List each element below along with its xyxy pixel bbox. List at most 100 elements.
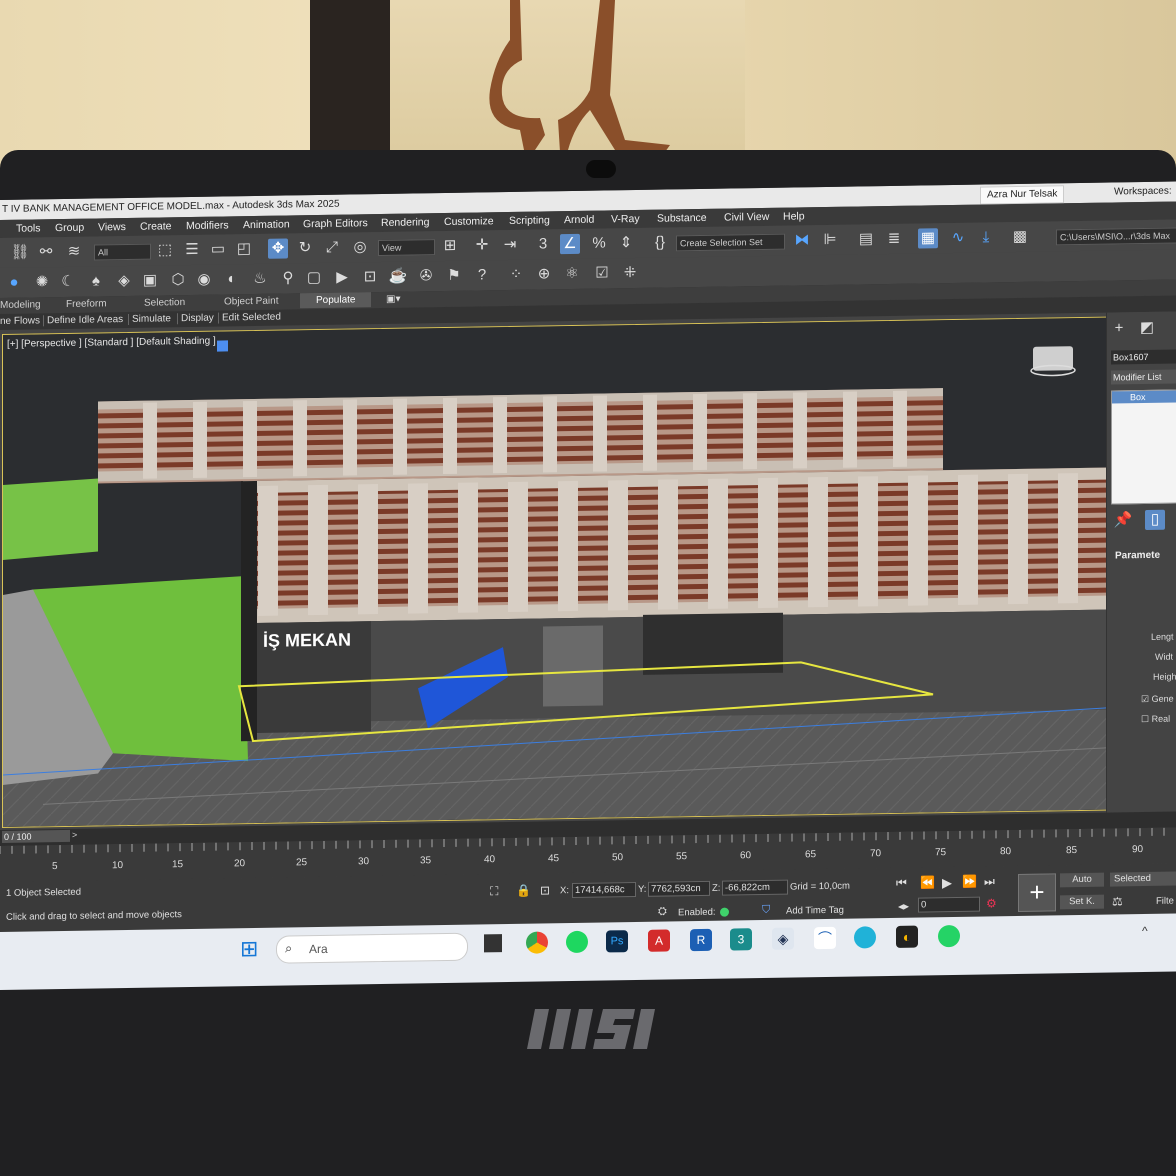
play-icon[interactable]: ▶ xyxy=(942,875,952,891)
rect-selection-icon[interactable]: ▭ xyxy=(208,239,228,259)
grid-dots-icon[interactable]: ⁘ xyxy=(506,265,526,285)
unlink-icon[interactable]: ⚯ xyxy=(36,242,56,262)
select-move-icon[interactable]: ✥ xyxy=(268,238,288,259)
help-icon[interactable]: ? xyxy=(472,265,492,285)
y-coordinate-field[interactable]: 7762,593cn xyxy=(648,880,710,897)
ribbon-toggle-icon[interactable]: ▦ xyxy=(918,228,938,249)
render-active-icon[interactable]: ◐ xyxy=(222,269,242,289)
next-key-icon[interactable]: ⏩ xyxy=(962,875,977,889)
chrome-icon[interactable] xyxy=(526,931,548,954)
menu-scripting[interactable]: Scripting xyxy=(509,214,550,227)
menu-group[interactable]: Group xyxy=(55,222,84,234)
task-view-icon[interactable] xyxy=(484,934,502,953)
bind-space-warp-icon[interactable]: ≋ xyxy=(64,242,84,262)
app-icon[interactable]: ⌒ xyxy=(814,926,836,950)
menu-substance[interactable]: Substance xyxy=(657,212,707,225)
ipr-icon[interactable]: ▶ xyxy=(332,267,352,287)
selection-filter-dropdown[interactable]: All xyxy=(94,243,151,261)
keyboard-shortcut-icon[interactable]: ⇥ xyxy=(500,235,520,255)
key-filters-button[interactable]: Filte xyxy=(1156,896,1174,907)
show-end-result-icon[interactable]: ▯ xyxy=(1145,509,1165,531)
menu-customize[interactable]: Customize xyxy=(444,215,494,228)
light-icon[interactable]: ● xyxy=(4,273,24,293)
select-by-name-icon[interactable]: ☰ xyxy=(182,240,202,260)
manipulate-icon[interactable]: ✛ xyxy=(472,235,492,255)
set-key-big-icon[interactable]: + xyxy=(1018,873,1056,913)
app-icon[interactable]: ◐ xyxy=(896,925,918,948)
percent-snap-icon[interactable]: % xyxy=(589,233,609,253)
menu-civil-view[interactable]: Civil View xyxy=(724,211,769,224)
modifier-stack-item[interactable]: Box xyxy=(1112,390,1176,404)
tab-modeling[interactable]: Modeling xyxy=(0,299,41,311)
chevron-up-icon[interactable]: ^ xyxy=(1142,924,1148,938)
real-world-checkbox[interactable]: ☐ Real xyxy=(1141,714,1170,725)
user-account-button[interactable]: Azra Nur Telsak xyxy=(980,185,1065,205)
absolute-mode-icon[interactable]: ⊡ xyxy=(540,883,550,897)
modify-tab-icon[interactable]: ◩ xyxy=(1137,318,1157,338)
parameters-rollout[interactable]: Paramete xyxy=(1115,550,1160,562)
object-name-field[interactable]: Box1607 xyxy=(1111,349,1176,365)
molecule-icon[interactable]: ⚛ xyxy=(562,264,582,284)
create-tab-icon[interactable]: + xyxy=(1109,318,1129,338)
photoshop-icon[interactable]: Ps xyxy=(606,930,628,953)
spinner-snap-icon[interactable]: ⇕ xyxy=(616,233,636,253)
distribute-icon[interactable]: ⁜ xyxy=(620,263,640,283)
vray-tag-icon[interactable]: ⚑ xyxy=(444,266,464,286)
mirror-icon[interactable]: ⧓ xyxy=(792,230,812,250)
pivot-center-icon[interactable]: ⊞ xyxy=(440,236,460,256)
tab-populate[interactable]: Populate xyxy=(300,292,372,309)
reference-coordinate-dropdown[interactable]: View xyxy=(378,239,435,257)
tree-icon[interactable]: ♠ xyxy=(86,271,106,291)
windows-start-icon[interactable]: ⊞ xyxy=(240,936,258,962)
tab-freeform[interactable]: Freeform xyxy=(66,298,107,310)
select-place-icon[interactable]: ◎ xyxy=(350,237,370,257)
select-scale-icon[interactable]: ⤢ xyxy=(322,238,342,258)
menu-create[interactable]: Create xyxy=(140,220,172,232)
project-path-field[interactable]: C:\Users\MSI\O...r\3ds Max xyxy=(1056,227,1176,246)
key-mode-icon[interactable]: ◂▸ xyxy=(898,900,909,913)
set-key-button[interactable]: Set K. xyxy=(1060,894,1104,910)
tab-selection[interactable]: Selection xyxy=(144,297,185,309)
edit-named-selection-icon[interactable]: {} xyxy=(650,232,670,252)
render-icon[interactable]: ⬡ xyxy=(168,270,188,290)
moon-icon[interactable]: ☾ xyxy=(58,272,78,292)
time-tag-icon[interactable]: ⛉ xyxy=(762,904,770,917)
menu-vray[interactable]: V-Ray xyxy=(611,213,640,225)
select-rotate-icon[interactable]: ↻ xyxy=(295,238,315,258)
z-coordinate-field[interactable]: -66,822cm xyxy=(722,879,788,896)
link-icon[interactable]: ⛓ xyxy=(10,243,30,263)
snaps-toggle-icon[interactable]: 3 xyxy=(533,234,553,254)
modifier-list-dropdown[interactable]: Modifier List xyxy=(1111,369,1176,385)
vray-teapot-icon[interactable]: ☕ xyxy=(388,267,408,287)
go-to-end-icon[interactable]: ⏭ xyxy=(984,874,995,889)
angle-snap-icon[interactable]: ∠ xyxy=(560,233,580,255)
adaptive-degradation-icon[interactable]: ⛭ xyxy=(658,906,667,919)
spotify-icon[interactable] xyxy=(566,930,588,954)
menu-rendering[interactable]: Rendering xyxy=(381,216,429,229)
menu-tools[interactable]: Tools xyxy=(16,222,41,234)
pin-stack-icon[interactable]: 📌 xyxy=(1113,510,1133,530)
generate-mapping-checkbox[interactable]: ☑ Gene xyxy=(1141,694,1174,706)
time-slider-handle[interactable]: 0 / 100 xyxy=(2,829,70,843)
isolate-selection-icon[interactable]: ⛶ xyxy=(490,884,498,899)
display-button[interactable]: Display xyxy=(177,312,217,325)
perspective-viewport[interactable]: [+] [Perspective ] [Standard ] [Default … xyxy=(2,316,1114,828)
curve-editor-icon[interactable]: ∿ xyxy=(948,228,968,248)
menu-help[interactable]: Help xyxy=(783,210,805,222)
menu-modifiers[interactable]: Modifiers xyxy=(186,219,229,232)
target-icon[interactable]: ⊕ xyxy=(534,264,554,284)
layer-explorer-icon[interactable]: ≣ xyxy=(884,229,904,249)
material-editor-icon[interactable]: ▩ xyxy=(1010,227,1030,247)
key-filter-selected[interactable]: Selected xyxy=(1110,871,1176,887)
key-filter-icon[interactable]: ⚖ xyxy=(1112,894,1123,908)
current-frame-field[interactable]: 0 xyxy=(918,896,980,913)
tab-object-paint[interactable]: Object Paint xyxy=(224,296,278,308)
bulb-icon[interactable]: ♨ xyxy=(250,269,270,289)
window-crossing-icon[interactable]: ◰ xyxy=(234,239,254,259)
taskbar-search[interactable]: ⌕ Ara xyxy=(276,932,468,964)
viewport-shading-icon[interactable] xyxy=(217,340,228,352)
menu-animation[interactable]: Animation xyxy=(243,218,290,231)
time-configuration-icon[interactable]: ⚙ xyxy=(986,896,997,910)
autocad-icon[interactable]: A xyxy=(648,929,670,952)
next-frame-icon[interactable]: > xyxy=(72,830,77,840)
